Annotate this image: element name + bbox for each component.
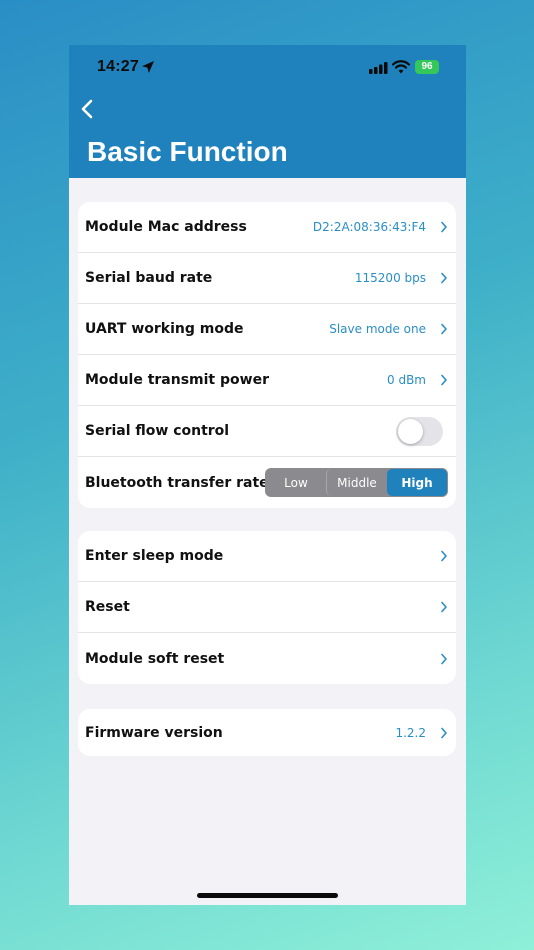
status-time: 14:27 <box>97 58 139 75</box>
home-indicator[interactable] <box>197 893 338 898</box>
row-reset[interactable]: Reset <box>78 582 456 633</box>
chevron-right-icon <box>441 272 447 284</box>
row-value: 115200 bps <box>354 271 426 285</box>
row-label: Module soft reset <box>85 650 225 667</box>
chevron-right-icon <box>441 374 447 386</box>
cellular-signal-icon <box>369 62 388 74</box>
segment-low[interactable]: Low <box>266 469 326 496</box>
flow-control-toggle[interactable] <box>396 416 443 446</box>
actions-card: Enter sleep mode Reset Module soft reset <box>78 531 456 684</box>
chevron-right-icon <box>441 601 447 613</box>
row-label: Module transmit power <box>85 372 269 388</box>
row-transfer-rate: Bluetooth transfer rate Low Middle High <box>78 457 456 508</box>
row-value: 0 dBm <box>387 373 426 387</box>
row-value: D2:2A:08:36:43:F4 <box>312 220 426 234</box>
module-settings-card: Module Mac address D2:2A:08:36:43:F4 Ser… <box>78 202 456 508</box>
chevron-right-icon <box>441 653 447 664</box>
row-baud-rate[interactable]: Serial baud rate 115200 bps <box>78 253 456 304</box>
page-title: Basic Function <box>87 136 288 167</box>
toggle-knob <box>398 418 423 444</box>
battery-level: 96 <box>421 61 433 72</box>
row-label: Serial flow control <box>85 423 230 439</box>
row-soft-reset[interactable]: Module soft reset <box>78 633 456 684</box>
firmware-card: Firmware version 1.2.2 <box>78 709 456 756</box>
transfer-rate-segmented-control: Low Middle High <box>265 468 448 497</box>
row-transmit-power[interactable]: Module transmit power 0 dBm <box>78 355 456 406</box>
row-firmware-version[interactable]: Firmware version 1.2.2 <box>78 709 456 756</box>
chevron-right-icon <box>441 727 447 738</box>
row-value: 1.2.2 <box>395 725 426 740</box>
segment-middle[interactable]: Middle <box>326 469 387 496</box>
back-chevron-icon[interactable] <box>77 95 101 123</box>
row-label: Enter sleep mode <box>85 548 224 564</box>
chevron-right-icon <box>441 550 447 562</box>
row-label: Module Mac address <box>85 219 247 235</box>
location-arrow-icon <box>142 61 154 73</box>
wifi-icon <box>392 60 410 74</box>
segment-high[interactable]: High <box>387 469 447 496</box>
battery-indicator: 96 <box>415 60 439 74</box>
row-sleep-mode[interactable]: Enter sleep mode <box>78 531 456 582</box>
phone-screen: 14:27 96 Basic Function Module Mac addre… <box>69 45 466 905</box>
row-flow-control: Serial flow control <box>78 406 456 457</box>
row-label: UART working mode <box>85 321 244 337</box>
row-uart-mode[interactable]: UART working mode Slave mode one <box>78 304 456 355</box>
row-label: Reset <box>85 599 130 615</box>
row-mac-address[interactable]: Module Mac address D2:2A:08:36:43:F4 <box>78 202 456 253</box>
row-label: Bluetooth transfer rate <box>85 474 269 491</box>
nav-header: 14:27 96 Basic Function <box>69 45 466 178</box>
row-value: Slave mode one <box>329 322 426 336</box>
row-label: Firmware version <box>85 724 223 741</box>
chevron-right-icon <box>441 323 447 335</box>
row-label: Serial baud rate <box>85 270 213 286</box>
chevron-right-icon <box>441 221 447 233</box>
